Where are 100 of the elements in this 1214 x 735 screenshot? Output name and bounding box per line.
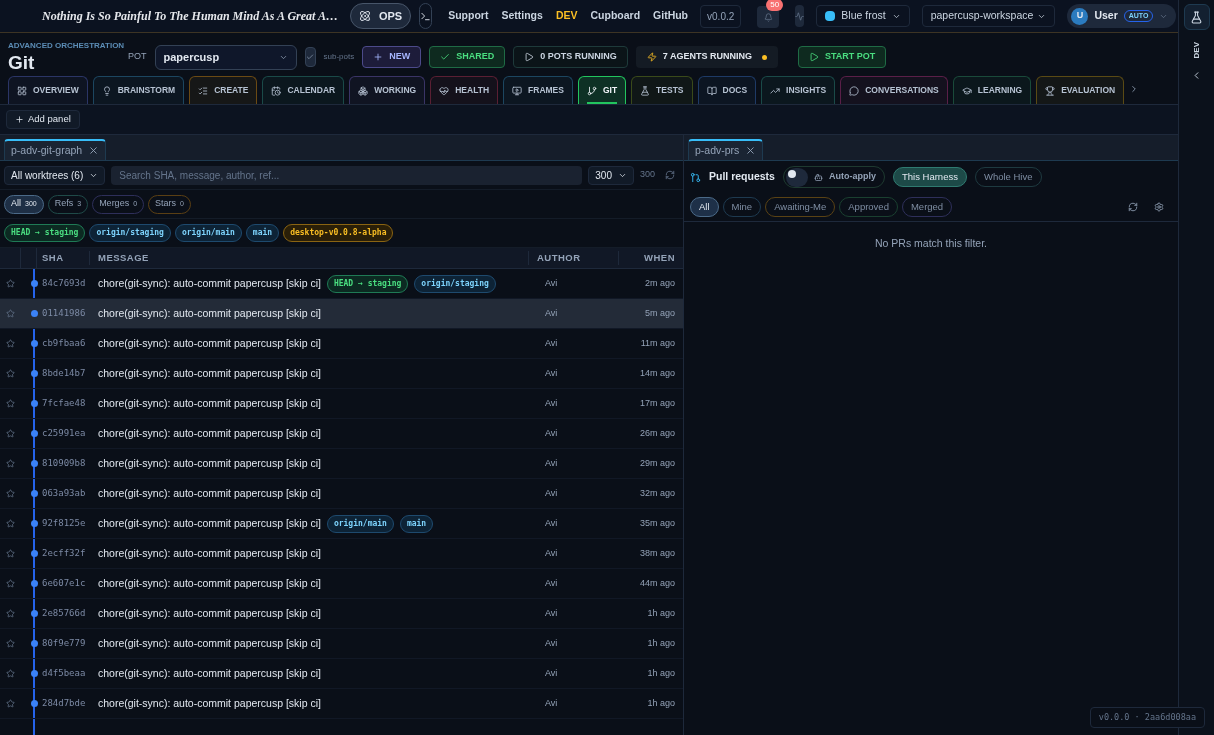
- ref-badge: desktop-v0.0.8-alpha: [283, 224, 394, 242]
- nav-tab[interactable]: WORKING: [349, 76, 426, 104]
- commit-row[interactable]: cb9fbaa6 chore(git-sync): auto-commit papercusp [skip ci] Avi 11m ago: [0, 329, 683, 359]
- nav-tab[interactable]: BRAINSTORM: [92, 76, 185, 104]
- commit-sha: 2ecff32f: [42, 546, 87, 560]
- add-panel-button[interactable]: Add panel: [6, 110, 80, 129]
- nav-tab[interactable]: OVERVIEW: [8, 76, 88, 104]
- star-icon: [6, 399, 15, 408]
- commit-message: chore(git-sync): auto-commit papercusp [skip ci]: [98, 485, 321, 501]
- commit-message: chore(git-sync): auto-commit papercusp [skip ci]: [98, 635, 321, 651]
- filter-chip[interactable]: All: [690, 197, 719, 217]
- panel-tab[interactable]: p-adv-prs: [688, 139, 764, 160]
- column-header[interactable]: AUTHOR: [529, 250, 619, 266]
- pot-select[interactable]: papercusp: [154, 44, 297, 70]
- commit-time: 44m ago: [638, 576, 676, 590]
- nav-tab[interactable]: TESTS: [631, 76, 693, 104]
- commit-row[interactable]: d4f5beaa chore(git-sync): auto-commit papercusp [skip ci] Avi 1h ago: [0, 659, 683, 689]
- search-field[interactable]: Search SHA, message, author, ref...: [111, 165, 583, 185]
- ops-button[interactable]: OPS: [349, 3, 412, 29]
- commit-row[interactable]: 6e607e1c chore(git-sync): auto-commit papercusp [skip ci] Avi 44m ago: [0, 569, 683, 599]
- commit-sha: 01141986: [42, 306, 87, 320]
- commit-row[interactable]: 810909b8 chore(git-sync): auto-commit papercusp [skip ci] Avi 29m ago: [0, 449, 683, 479]
- lab-button[interactable]: [1183, 4, 1210, 30]
- commit-author: Avi: [544, 666, 559, 680]
- nav-link[interactable]: GitHub: [653, 8, 689, 24]
- nav-link[interactable]: DEV: [555, 8, 578, 24]
- build-badge: v0.0.0 · 2aa6d008aa: [1089, 707, 1205, 728]
- nav-tab[interactable]: GIT: [577, 76, 627, 104]
- commit-author: Avi: [544, 576, 559, 590]
- robot-icon: [813, 172, 823, 182]
- scope-chip[interactable]: This Harness: [892, 167, 967, 187]
- commit-time: 35m ago: [638, 516, 676, 530]
- commit-sha: c25991ea: [42, 426, 87, 440]
- monitor-icon: [512, 85, 523, 96]
- atom-icon: [358, 10, 371, 22]
- column-header[interactable]: WHEN: [619, 250, 683, 266]
- refresh-icon: [1128, 202, 1138, 212]
- nav-link[interactable]: Support: [448, 8, 489, 24]
- commit-author: Avi: [544, 486, 559, 500]
- commit-time: 29m ago: [638, 456, 676, 470]
- nav-tab[interactable]: CALENDAR: [262, 76, 345, 104]
- header-button[interactable]: SHARED: [429, 46, 506, 68]
- commit-row[interactable]: 8bde14b7 chore(git-sync): auto-commit papercusp [skip ci] Avi 14m ago: [0, 359, 683, 389]
- auto-apply-switch[interactable]: [785, 167, 808, 187]
- commit-author: Avi: [544, 516, 559, 530]
- commit-sha: 6e607e1c: [42, 576, 87, 590]
- activity-button[interactable]: [795, 5, 805, 27]
- star-icon: [6, 519, 15, 528]
- graduation-cap-icon: [961, 85, 972, 96]
- commit-sha: 84c7693d: [42, 276, 87, 290]
- sub-pots-checkbox[interactable]: [304, 47, 316, 67]
- star-icon: [6, 639, 15, 648]
- commit-row[interactable]: c25991ea chore(git-sync): auto-commit papercusp [skip ci] Avi 26m ago: [0, 419, 683, 449]
- nav-tab[interactable]: EVALUATION: [1036, 76, 1125, 104]
- branch-icon: [586, 85, 597, 96]
- column-header[interactable]: SHA: [37, 250, 90, 266]
- limit-select[interactable]: 300: [588, 165, 634, 185]
- notifications-button[interactable]: [757, 6, 780, 28]
- theme-select[interactable]: Blue frost: [816, 5, 910, 27]
- header-button[interactable]: 0 POTS RUNNING: [513, 46, 628, 68]
- commit-message: chore(git-sync): auto-commit papercusp [skip ci]: [98, 455, 321, 471]
- header-button[interactable]: 7 AGENTS RUNNING: [635, 46, 778, 68]
- nav-tab[interactable]: FRAMES: [503, 76, 573, 104]
- workspace-select[interactable]: papercusp-workspace: [921, 5, 1056, 27]
- worktree-select[interactable]: All worktrees (6): [4, 165, 106, 185]
- commit-row[interactable]: 80f9e779 chore(git-sync): auto-commit papercusp [skip ci] Avi 1h ago: [0, 629, 683, 659]
- nav-tab[interactable]: HEALTH: [430, 76, 499, 104]
- commit-row[interactable]: 92f8125e chore(git-sync): auto-commit papercusp [skip ci] origin/main main Avi 35m ago: [0, 509, 683, 539]
- nav-tab[interactable]: DOCS: [697, 76, 757, 104]
- lightbulb-icon: [101, 85, 112, 96]
- ref-badge: HEAD → staging: [4, 224, 86, 242]
- commit-author: Avi: [544, 306, 559, 320]
- commit-row[interactable]: 7fcfae48 chore(git-sync): auto-commit papercusp [skip ci] Avi 17m ago: [0, 389, 683, 419]
- commit-message: chore(git-sync): auto-commit papercusp [skip ci]: [98, 395, 321, 411]
- page-title: Git: [8, 52, 36, 74]
- nav-tab[interactable]: CREATE: [189, 76, 258, 104]
- nav-tab[interactable]: CONVERSATIONS: [840, 76, 948, 104]
- commit-row[interactable]: 2e85766d chore(git-sync): auto-commit papercusp [skip ci] Avi 1h ago: [0, 599, 683, 629]
- commit-row[interactable]: 2ecff32f chore(git-sync): auto-commit papercusp [skip ci] Avi 38m ago: [0, 539, 683, 569]
- commit-row[interactable]: 284d7bde chore(git-sync): auto-commit papercusp [skip ci] Avi 1h ago: [0, 689, 683, 719]
- commit-message: chore(git-sync): auto-commit papercusp [skip ci]: [98, 665, 321, 681]
- close-icon: [745, 145, 757, 156]
- star-icon: [6, 309, 15, 318]
- check-icon: [306, 53, 314, 61]
- ref-badge: main: [399, 514, 434, 533]
- header-button[interactable]: NEW: [362, 46, 422, 68]
- header-button[interactable]: START POT: [797, 46, 887, 68]
- nav-link[interactable]: Settings: [501, 8, 543, 24]
- commit-row[interactable]: 063a93ab chore(git-sync): auto-commit papercusp [skip ci] Avi 32m ago: [0, 479, 683, 509]
- commit-message: chore(git-sync): auto-commit papercusp [skip ci]: [98, 545, 321, 561]
- star-icon: [6, 279, 15, 288]
- nav-link[interactable]: Cupboard: [590, 8, 641, 24]
- plus-icon: [373, 52, 384, 62]
- column-header[interactable]: MESSAGE: [90, 250, 529, 266]
- commit-message: chore(git-sync): auto-commit papercusp [skip ci]: [98, 515, 321, 531]
- commit-author: Avi: [544, 696, 559, 710]
- nav-tab[interactable]: INSIGHTS: [761, 76, 836, 104]
- panel-tab[interactable]: p-adv-git-graph: [4, 139, 107, 160]
- nav-tab[interactable]: LEARNING: [952, 76, 1032, 104]
- commit-row[interactable]: 01141986 chore(git-sync): auto-commit papercusp [skip ci] Avi 5m ago: [0, 299, 683, 329]
